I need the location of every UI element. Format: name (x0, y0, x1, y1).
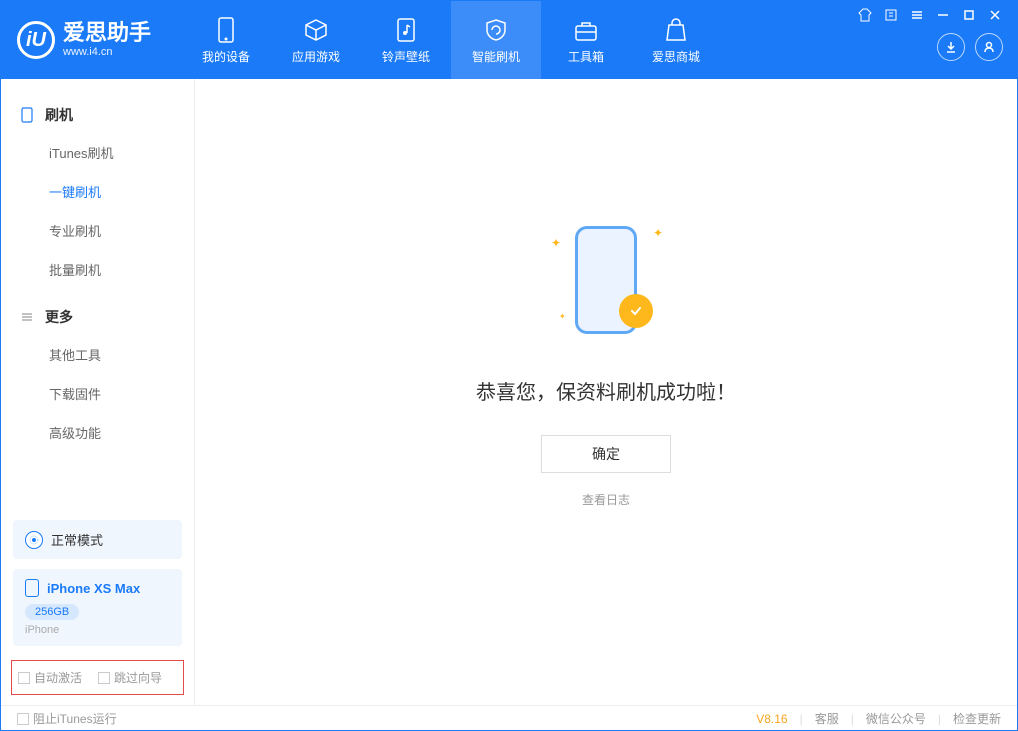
device-name: iPhone XS Max (47, 581, 140, 596)
checkbox-icon (17, 713, 29, 725)
nav-label: 我的设备 (202, 48, 250, 65)
sidebar-item-onekey[interactable]: 一键刷机 (1, 172, 194, 211)
sidebar-group-more[interactable]: 更多 (1, 299, 194, 335)
logo-text: 爱思助手 www.i4.cn (63, 22, 151, 58)
toolbox-icon (572, 16, 600, 44)
sidebar-item-firmware[interactable]: 下载固件 (1, 374, 194, 413)
checkbox-label: 跳过向导 (114, 669, 162, 686)
nav-label: 工具箱 (568, 48, 604, 65)
logo-subtitle: www.i4.cn (63, 46, 151, 58)
nav-label: 爱思商城 (652, 48, 700, 65)
support-link[interactable]: 客服 (815, 710, 839, 727)
wechat-link[interactable]: 微信公众号 (866, 710, 926, 727)
music-file-icon (392, 16, 420, 44)
checkbox-bar-highlight: 自动激活 跳过向导 (11, 660, 184, 695)
app-header: iU 爱思助手 www.i4.cn 我的设备 应用游戏 铃声壁纸 (1, 1, 1017, 79)
device-mode-box[interactable]: 正常模式 (13, 520, 182, 559)
device-icon (212, 16, 240, 44)
window-controls (857, 7, 1003, 23)
header-right (857, 1, 1003, 61)
sidebar-item-itunes[interactable]: iTunes刷机 (1, 133, 194, 172)
checkbox-label: 阻止iTunes运行 (33, 710, 117, 727)
sidebar-item-other[interactable]: 其他工具 (1, 335, 194, 374)
mode-label: 正常模式 (51, 530, 103, 549)
sparkle-icon: ✦ (653, 226, 663, 240)
success-illustration: ✦ ✦ ✦ (541, 216, 671, 346)
cube-icon (302, 16, 330, 44)
sparkle-icon: ✦ (559, 312, 566, 321)
footer-right: V8.16 | 客服 | 微信公众号 | 检查更新 (756, 710, 1001, 727)
check-badge-icon (619, 294, 653, 328)
nav-tab-ringtone[interactable]: 铃声壁纸 (361, 1, 451, 79)
main-content: ✦ ✦ ✦ 恭喜您，保资料刷机成功啦！ 确定 查看日志 (195, 79, 1017, 705)
nav-tab-store[interactable]: 爱思商城 (631, 1, 721, 79)
auto-activate-checkbox[interactable]: 自动激活 (18, 669, 82, 686)
sidebar-group-flash[interactable]: 刷机 (1, 97, 194, 133)
version-label: V8.16 (756, 712, 787, 726)
checkbox-label: 自动激活 (34, 669, 82, 686)
checkbox-icon (98, 672, 110, 684)
menu-icon[interactable] (909, 7, 925, 23)
phone-icon (19, 107, 35, 123)
device-icon (25, 579, 39, 597)
device-type: iPhone (25, 624, 170, 636)
sidebar-item-advanced[interactable]: 高级功能 (1, 413, 194, 452)
account-button[interactable] (975, 33, 1003, 61)
logo-icon: iU (17, 21, 55, 59)
nav-tab-device[interactable]: 我的设备 (181, 1, 271, 79)
confirm-button[interactable]: 确定 (541, 435, 671, 473)
device-name-row: iPhone XS Max (25, 579, 170, 597)
nav-tab-toolbox[interactable]: 工具箱 (541, 1, 631, 79)
skip-guide-checkbox[interactable]: 跳过向导 (98, 669, 162, 686)
sidebar: 刷机 iTunes刷机 一键刷机 专业刷机 批量刷机 更多 其他工具 下载固件 … (1, 79, 195, 705)
check-update-link[interactable]: 检查更新 (953, 710, 1001, 727)
list-icon (19, 309, 35, 325)
maximize-button[interactable] (961, 7, 977, 23)
device-info-box[interactable]: iPhone XS Max 256GB iPhone (13, 569, 182, 646)
block-itunes-checkbox[interactable]: 阻止iTunes运行 (17, 710, 117, 727)
sparkle-icon: ✦ (551, 236, 561, 250)
view-log-link[interactable]: 查看日志 (582, 491, 630, 508)
download-button[interactable] (937, 33, 965, 61)
nav-label: 智能刷机 (472, 48, 520, 65)
minimize-button[interactable] (935, 7, 951, 23)
footer: 阻止iTunes运行 V8.16 | 客服 | 微信公众号 | 检查更新 (1, 705, 1017, 731)
skin-icon[interactable] (857, 7, 873, 23)
capacity-badge: 256GB (25, 604, 79, 620)
normal-mode-icon (25, 531, 43, 549)
sidebar-group-label: 刷机 (45, 105, 73, 125)
nav-label: 应用游戏 (292, 48, 340, 65)
logo-area: iU 爱思助手 www.i4.cn (17, 21, 151, 59)
sidebar-group-label: 更多 (45, 307, 73, 327)
nav-tabs: 我的设备 应用游戏 铃声壁纸 智能刷机 工具箱 (181, 1, 721, 79)
logo-title: 爱思助手 (63, 22, 151, 44)
shopping-bag-icon (662, 16, 690, 44)
nav-tab-apps[interactable]: 应用游戏 (271, 1, 361, 79)
checkbox-icon (18, 672, 30, 684)
shield-refresh-icon (482, 16, 510, 44)
success-message: 恭喜您，保资料刷机成功啦！ (476, 376, 736, 405)
nav-label: 铃声壁纸 (382, 48, 430, 65)
body-area: 刷机 iTunes刷机 一键刷机 专业刷机 批量刷机 更多 其他工具 下载固件 … (1, 79, 1017, 705)
sidebar-item-pro[interactable]: 专业刷机 (1, 211, 194, 250)
nav-tab-flash[interactable]: 智能刷机 (451, 1, 541, 79)
feedback-icon[interactable] (883, 7, 899, 23)
sidebar-item-batch[interactable]: 批量刷机 (1, 250, 194, 289)
close-button[interactable] (987, 7, 1003, 23)
header-actions (937, 33, 1003, 61)
